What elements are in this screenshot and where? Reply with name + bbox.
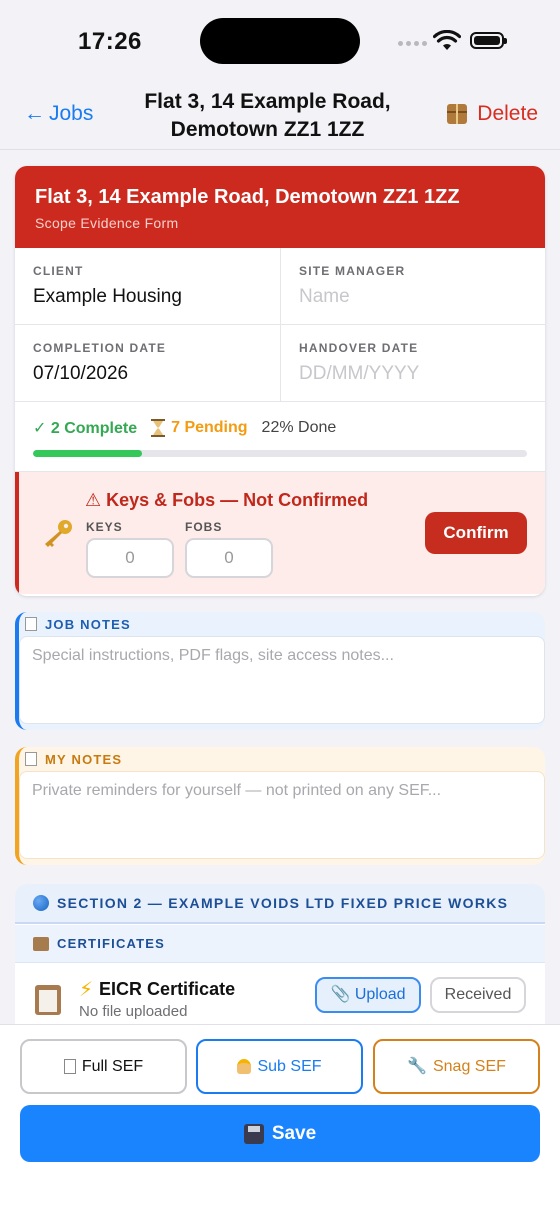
lightning-icon: ⚡ bbox=[79, 979, 94, 1001]
handover-date-label: HANDOVER DATE bbox=[299, 341, 419, 355]
client-value: Example Housing bbox=[33, 286, 182, 307]
floppy-disk-icon bbox=[243, 1123, 264, 1144]
sub-sef-button[interactable]: Sub SEF bbox=[196, 1039, 363, 1094]
pending-text: 7 Pending bbox=[171, 419, 248, 436]
upload-label: Upload bbox=[354, 986, 406, 1003]
form-type: Scope Evidence Form bbox=[35, 215, 179, 231]
cellular-signal-icon bbox=[398, 41, 427, 46]
client-field[interactable]: CLIENT Example Housing bbox=[15, 248, 280, 324]
memo-icon bbox=[25, 752, 37, 766]
percent-done: 22% Done bbox=[261, 419, 337, 436]
site-manager-label: SITE MANAGER bbox=[299, 264, 406, 278]
sub-sef-label: Sub SEF bbox=[257, 1058, 322, 1075]
client-label: CLIENT bbox=[33, 264, 84, 278]
status-bar: 17:26 bbox=[0, 0, 560, 82]
my-notes-panel: MY NOTES Private reminders for yourself … bbox=[15, 747, 545, 865]
wifi-icon bbox=[433, 30, 461, 50]
section-2: SECTION 2 — EXAMPLE VOIDS LTD FIXED PRIC… bbox=[15, 884, 545, 1034]
completion-date-value: 07/10/2026 bbox=[33, 363, 129, 384]
back-arrow-icon: ← bbox=[24, 102, 45, 125]
complete-count: ✓ 2 Complete bbox=[33, 420, 138, 437]
key-icon bbox=[45, 520, 72, 547]
battery-icon bbox=[470, 32, 507, 49]
handover-date-field[interactable]: HANDOVER DATE DD/MM/YYYY bbox=[280, 325, 545, 401]
wrench-icon: 🔧 bbox=[407, 1058, 427, 1075]
fobs-count-input[interactable]: 0 bbox=[185, 538, 273, 578]
progress-bar-fill bbox=[33, 450, 142, 457]
progress-summary: ✓ 2 Complete 7 Pending 22% Done bbox=[15, 402, 545, 472]
full-sef-button[interactable]: Full SEF bbox=[20, 1039, 187, 1094]
certificate-name: EICR Certificate bbox=[99, 979, 236, 999]
progress-bar bbox=[33, 450, 527, 457]
back-label: Jobs bbox=[49, 102, 94, 125]
section-2-heading: SECTION 2 — EXAMPLE VOIDS LTD FIXED PRIC… bbox=[57, 895, 509, 911]
status-time: 17:26 bbox=[78, 28, 142, 55]
certificates-heading: CERTIFICATES bbox=[57, 936, 166, 951]
clipboard-icon bbox=[35, 985, 61, 1015]
paperclip-icon: 📎 bbox=[330, 986, 351, 1003]
keys-label: KEYS bbox=[86, 520, 123, 534]
pending-count: 7 Pending bbox=[151, 419, 248, 437]
job-summary-card: Flat 3, 14 Example Road, Demotown ZZ1 1Z… bbox=[15, 166, 545, 596]
page-title: Flat 3, 14 Example Road, Demotown ZZ1 1Z… bbox=[144, 90, 391, 141]
site-manager-input[interactable]: Name bbox=[299, 286, 527, 308]
keys-fobs-panel: ⚠ Keys & Fobs — Not Confirmed KEYS 0 FOB… bbox=[15, 472, 545, 594]
upload-button[interactable]: 📎 Upload bbox=[315, 977, 421, 1013]
notepad-icon bbox=[25, 617, 37, 631]
scroll-icon bbox=[33, 936, 49, 951]
snag-sef-label: Snag SEF bbox=[432, 1058, 506, 1075]
keys-count-input[interactable]: 0 bbox=[86, 538, 174, 578]
handover-date-input[interactable]: DD/MM/YYYY bbox=[299, 363, 527, 385]
received-button[interactable]: Received bbox=[430, 977, 526, 1013]
delete-label: Delete bbox=[477, 102, 538, 125]
certificate-status: No file uploaded bbox=[79, 1003, 188, 1020]
confirm-keys-button[interactable]: Confirm bbox=[425, 512, 527, 554]
list-item: ⚡ EICR Certificate No file uploaded 📎 Up… bbox=[15, 963, 545, 1033]
site-manager-field[interactable]: SITE MANAGER Name bbox=[280, 248, 545, 324]
save-label: Save bbox=[271, 1122, 317, 1144]
dynamic-island bbox=[200, 18, 360, 64]
my-notes-textarea[interactable]: Private reminders for yourself — not pri… bbox=[19, 771, 545, 859]
my-notes-heading: MY NOTES bbox=[45, 751, 123, 767]
job-address: Flat 3, 14 Example Road, Demotown ZZ1 1Z… bbox=[35, 186, 460, 208]
construction-worker-icon bbox=[237, 1059, 252, 1074]
document-icon bbox=[63, 1059, 76, 1074]
job-header: Flat 3, 14 Example Road, Demotown ZZ1 1Z… bbox=[15, 166, 545, 248]
save-button[interactable]: Save bbox=[20, 1105, 540, 1162]
keys-status-title: ⚠ Keys & Fobs — Not Confirmed bbox=[85, 490, 369, 510]
bottom-action-bar: Full SEF Sub SEF 🔧 Snag SEF Save bbox=[0, 1024, 560, 1217]
full-sef-label: Full SEF bbox=[81, 1058, 144, 1075]
completion-date-label: COMPLETION DATE bbox=[33, 341, 167, 355]
hourglass-icon bbox=[151, 419, 166, 437]
completion-date-field[interactable]: COMPLETION DATE 07/10/2026 bbox=[15, 325, 280, 401]
job-notes-heading: JOB NOTES bbox=[45, 616, 131, 632]
nav-bar: ← Jobs Flat 3, 14 Example Road, Demotown… bbox=[0, 82, 560, 150]
package-icon bbox=[447, 104, 468, 124]
fobs-label: FOBS bbox=[185, 520, 223, 534]
delete-button[interactable]: Delete bbox=[447, 102, 538, 126]
back-button[interactable]: ← Jobs bbox=[24, 102, 93, 126]
job-notes-textarea[interactable]: Special instructions, PDF flags, site ac… bbox=[19, 636, 545, 724]
blue-circle-icon bbox=[33, 895, 49, 911]
job-notes-panel: JOB NOTES Special instructions, PDF flag… bbox=[15, 612, 545, 730]
snag-sef-button[interactable]: 🔧 Snag SEF bbox=[373, 1039, 540, 1094]
